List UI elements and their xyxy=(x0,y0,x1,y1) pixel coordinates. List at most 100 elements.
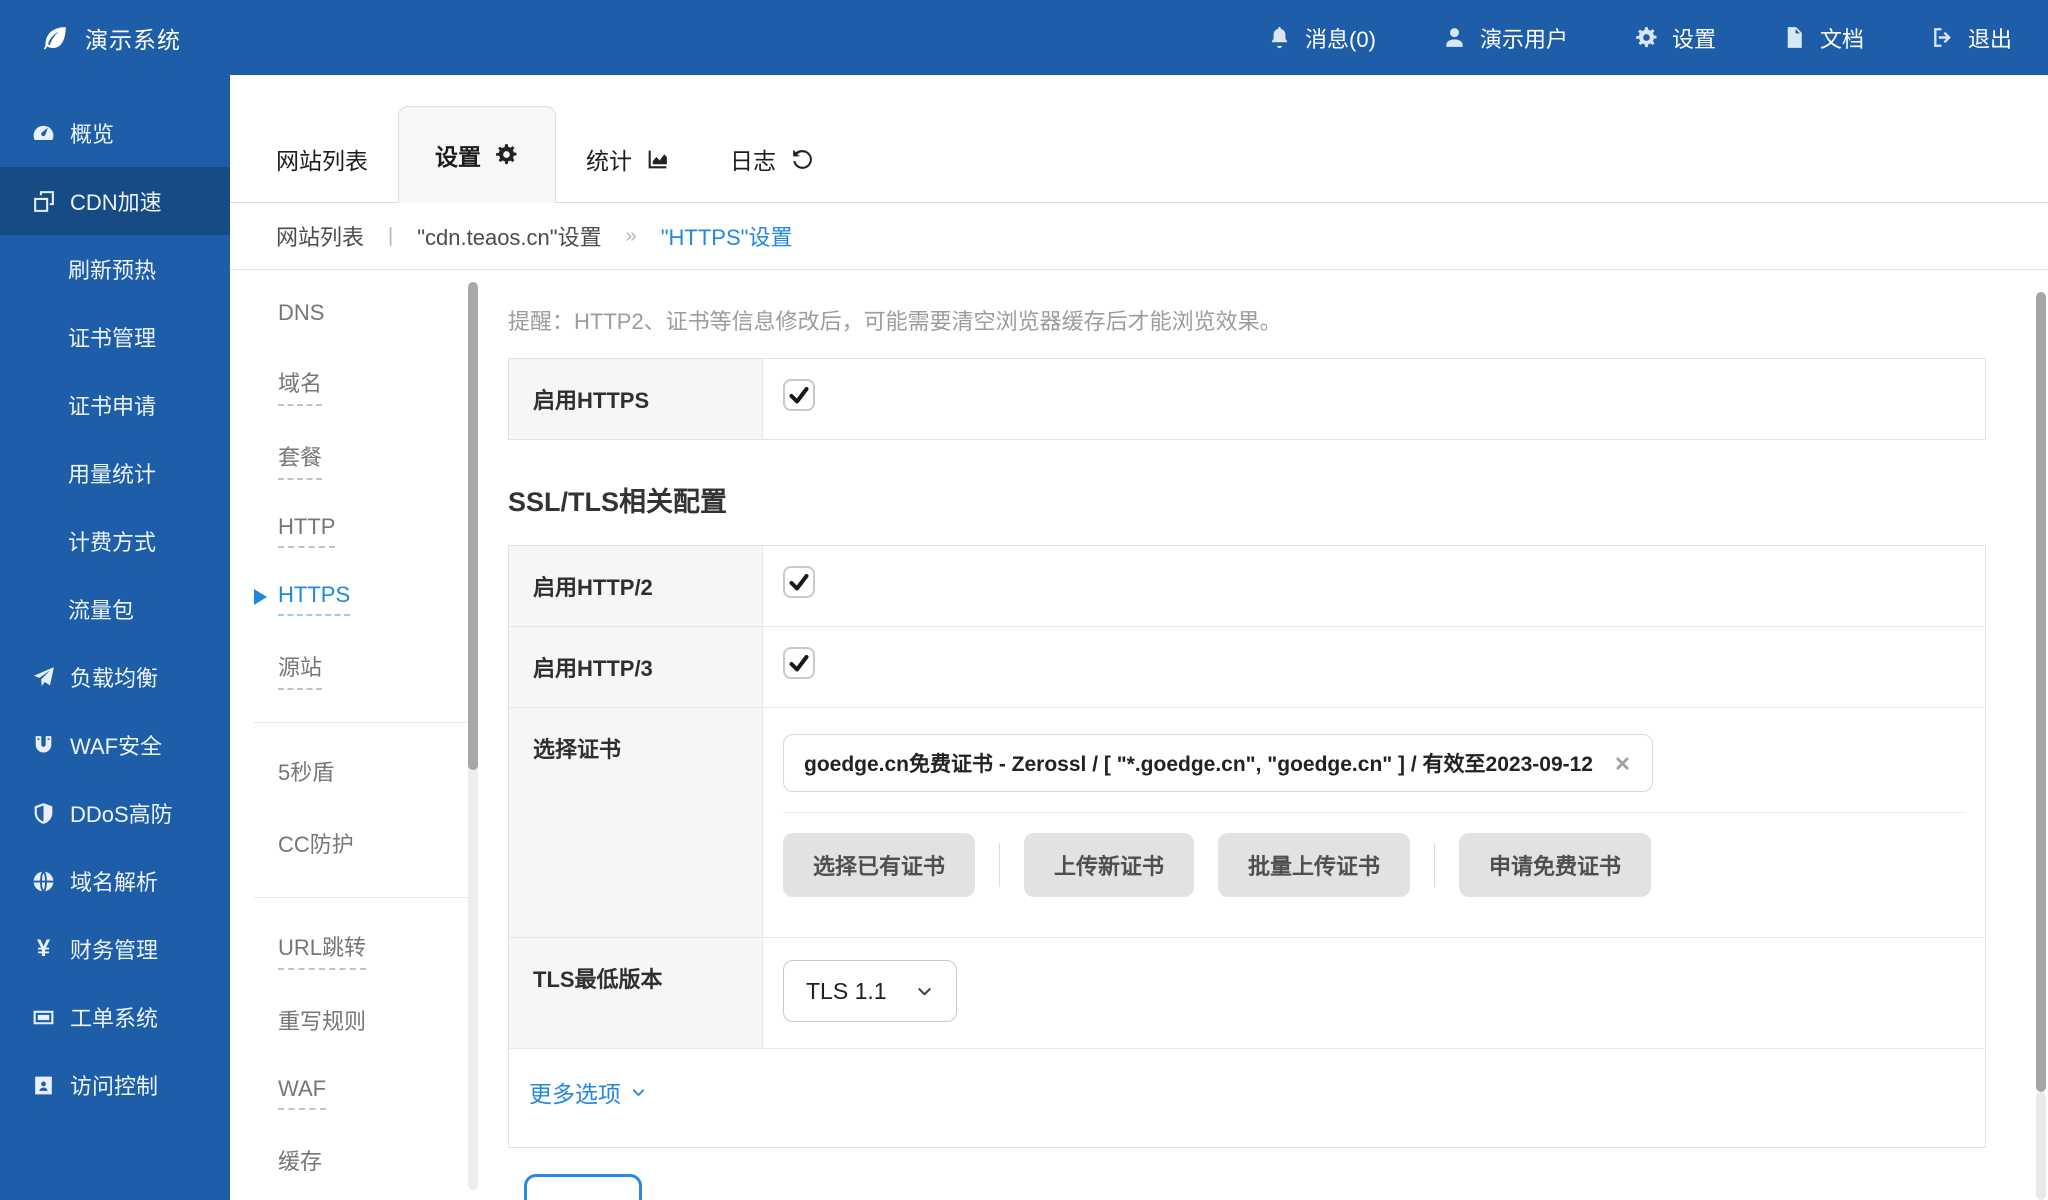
submenu-item-label: 5秒盾 xyxy=(278,760,334,785)
plane-icon xyxy=(30,665,57,690)
sidebar-item[interactable]: 概览 xyxy=(0,99,230,167)
tab-stats[interactable]: 统计 xyxy=(556,116,700,202)
chart-icon xyxy=(645,147,670,172)
enable-http3-label: 启用HTTP/3 xyxy=(509,627,763,708)
submenu-item[interactable]: 域名 xyxy=(278,366,322,406)
window-scrollbar-thumb[interactable] xyxy=(2036,292,2046,1092)
sidebar-item[interactable]: WAF安全 xyxy=(0,711,230,779)
sidebar-item[interactable]: CDN加速 xyxy=(0,167,230,235)
tls-version-select[interactable]: TLS 1.1 xyxy=(783,960,957,1022)
table-row: 启用HTTP/3 xyxy=(509,627,1986,708)
idcard-icon xyxy=(30,1073,57,1098)
table-row: 更多选项 xyxy=(509,1049,1986,1148)
submenu-item-label: WAF xyxy=(278,1076,326,1101)
topbar-item[interactable]: 文档 xyxy=(1782,22,1864,54)
file-icon xyxy=(1782,25,1807,50)
submenu-item[interactable]: CC防护 xyxy=(278,827,354,865)
submenu-item[interactable]: HTTP xyxy=(278,514,335,548)
sidebar-item[interactable]: 工单系统 xyxy=(0,983,230,1051)
submenu-item[interactable]: 5秒盾 xyxy=(278,755,334,793)
submenu-item[interactable]: 缓存 xyxy=(278,1144,322,1182)
copy-icon xyxy=(30,189,57,214)
sidebar-item[interactable]: 域名解析 xyxy=(0,847,230,915)
breadcrumb: 网站列表 | "cdn.teaos.cn"设置 » "HTTPS"设置 xyxy=(230,203,2048,270)
topbar-item[interactable]: 设置 xyxy=(1634,22,1716,54)
enable-http3-checkbox[interactable] xyxy=(783,647,815,679)
topbar-item-label: 演示用户 xyxy=(1480,22,1568,54)
sidebar-item-label: 财务管理 xyxy=(70,933,158,965)
certificate-button[interactable]: 选择已有证书 xyxy=(783,833,975,897)
bell-icon xyxy=(1267,25,1292,50)
sidebar-item[interactable]: DDoS高防 xyxy=(0,779,230,847)
certificate-button[interactable]: 申请免费证书 xyxy=(1459,833,1651,897)
topbar-item[interactable]: 演示用户 xyxy=(1442,22,1568,54)
enable-http2-checkbox[interactable] xyxy=(783,566,815,598)
submenu-item[interactable]: HTTPS xyxy=(278,582,350,616)
submenu-item[interactable]: DNS xyxy=(278,300,324,332)
sidebar-item-label: 工单系统 xyxy=(70,1001,158,1033)
topbar-item[interactable]: 退出 xyxy=(1930,22,2012,54)
close-icon[interactable] xyxy=(1613,754,1632,773)
globe-icon xyxy=(30,869,57,894)
submenu-item-label: HTTPS xyxy=(278,582,350,607)
sidebar-item-label: 访问控制 xyxy=(70,1069,158,1101)
sidebar-item-label: CDN加速 xyxy=(70,185,162,217)
gear-icon xyxy=(494,142,519,167)
certificate-button[interactable]: 上传新证书 xyxy=(1024,833,1194,897)
content-scrollbar[interactable] xyxy=(468,282,478,1190)
topbar-item[interactable]: 消息(0) xyxy=(1267,22,1376,54)
submenu-item[interactable]: 套餐 xyxy=(278,440,322,480)
sidebar-item[interactable]: 证书管理 xyxy=(0,303,230,371)
breadcrumb-item[interactable]: 网站列表 xyxy=(276,220,364,252)
sidebar-item[interactable]: 用量统计 xyxy=(0,439,230,507)
sidebar-item[interactable]: ¥ 财务管理 xyxy=(0,915,230,983)
table-row: 启用HTTPS xyxy=(509,359,1986,440)
enable-http2-label: 启用HTTP/2 xyxy=(509,546,763,627)
sidebar-item-label: 刷新预热 xyxy=(68,253,156,285)
submenu-item[interactable]: WAF xyxy=(278,1076,326,1110)
sidebar-item-label: 用量统计 xyxy=(68,457,156,489)
submenu-item-label: 缓存 xyxy=(278,1149,322,1174)
sidebar-item[interactable]: 负载均衡 xyxy=(0,643,230,711)
user-icon xyxy=(1442,25,1467,50)
tab-settings[interactable]: 设置 xyxy=(398,106,556,203)
sidebar-item-label: WAF安全 xyxy=(70,729,162,761)
submenu-item[interactable]: 源站 xyxy=(278,650,322,690)
table-row: 启用HTTP/2 xyxy=(509,546,1986,627)
enable-https-checkbox[interactable] xyxy=(783,379,815,411)
button-divider xyxy=(999,843,1000,887)
submenu-item-label: 重写规则 xyxy=(278,1009,366,1034)
content-scrollbar-thumb[interactable] xyxy=(468,282,478,770)
certificate-button[interactable]: 批量上传证书 xyxy=(1218,833,1410,897)
breadcrumb-item[interactable]: "cdn.teaos.cn"设置 xyxy=(417,220,601,252)
leaf-icon xyxy=(40,23,70,53)
submenu-item-label: 套餐 xyxy=(278,445,322,470)
brand[interactable]: 演示系统 xyxy=(40,21,181,55)
topbar-item-label: 文档 xyxy=(1820,22,1864,54)
sidebar-item[interactable]: 计费方式 xyxy=(0,507,230,575)
window-scrollbar-track[interactable] xyxy=(2036,1092,2046,1200)
save-button[interactable] xyxy=(524,1174,642,1200)
certificate-chip-label: goedge.cn免费证书 - Zerossl / [ "*.goedge.cn… xyxy=(804,748,1593,778)
breadcrumb-item[interactable]: "HTTPS"设置 xyxy=(661,220,793,252)
submenu-item-label: 源站 xyxy=(278,655,322,680)
tab-logs[interactable]: 日志 xyxy=(700,116,844,202)
submenu-item[interactable]: 重写规则 xyxy=(278,1004,366,1042)
topbar-menu: 消息(0) 演示用户 设置 文档 xyxy=(1267,22,2012,54)
tab-site-list[interactable]: 网站列表 xyxy=(276,116,398,202)
sidebar-item[interactable]: 证书申请 xyxy=(0,371,230,439)
sidebar-item[interactable]: 流量包 xyxy=(0,575,230,643)
sidebar-item-label: 负载均衡 xyxy=(70,661,158,693)
more-options-link[interactable]: 更多选项 xyxy=(529,1075,647,1109)
button-divider xyxy=(1434,843,1435,887)
sidebar-item-label: 证书申请 xyxy=(68,389,156,421)
sidebar-item[interactable]: 刷新预热 xyxy=(0,235,230,303)
sidebar-item-label: 域名解析 xyxy=(70,865,158,897)
history-icon xyxy=(789,147,814,172)
ssl-tls-table: 启用HTTP/2 启用HTTP/3 xyxy=(508,545,1986,1148)
sidebar-item[interactable]: 访问控制 xyxy=(0,1051,230,1119)
submenu-item[interactable]: URL跳转 xyxy=(278,930,366,970)
breadcrumb-separator: » xyxy=(626,225,637,248)
topbar: 演示系统 消息(0) 演示用户 设置 xyxy=(0,0,2048,75)
certificate-buttons: 选择已有证书 上传新证书 批量上传证书 xyxy=(783,833,1965,897)
